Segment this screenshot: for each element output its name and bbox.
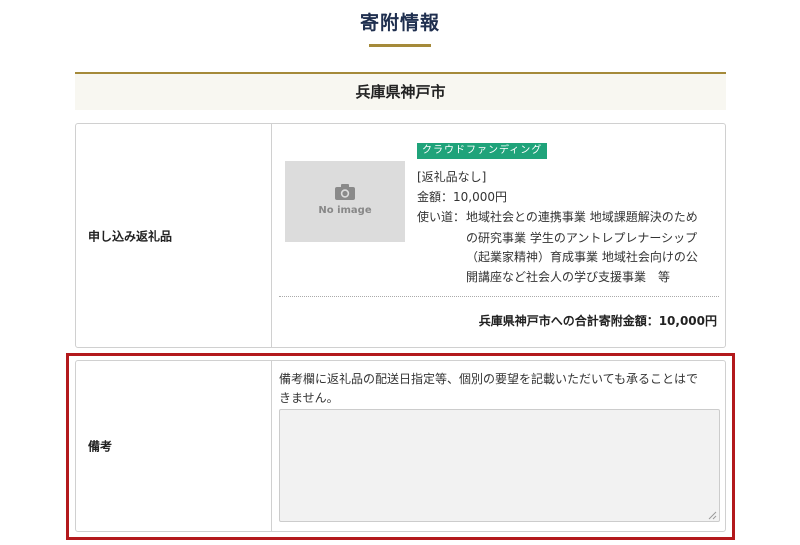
remarks-textarea[interactable] bbox=[279, 409, 720, 522]
usage-line: 開講座など社会人の学び支援事業 等 bbox=[466, 270, 671, 284]
title-underline bbox=[369, 44, 431, 47]
usage-line: （起業家精神）育成事業 地域社会向けの公 bbox=[466, 250, 698, 264]
gift-name: [返礼品なし] bbox=[417, 170, 487, 184]
city-name: 兵庫県神戸市 bbox=[355, 83, 446, 101]
total-donation-amount: 兵庫県神戸市への合計寄附金額：10,000円 bbox=[478, 314, 717, 328]
city-header: 兵庫県神戸市 bbox=[75, 72, 726, 110]
usage-line: 地域社会との連携事業 地域課題解決のため bbox=[466, 210, 698, 224]
remarks-note-line: 備考欄に返礼品の配送日指定等、個別の要望を記載いただいても承ることはで bbox=[279, 372, 699, 386]
gift-image-placeholder: No image bbox=[285, 161, 405, 242]
page-title: 寄附情報 bbox=[359, 12, 440, 34]
remarks-label: 備考 bbox=[88, 439, 113, 454]
dotted-divider bbox=[279, 296, 719, 297]
remarks-label-cell: 備考 bbox=[76, 361, 272, 531]
remarks-table: 備考 備考欄に返礼品の配送日指定等、個別の要望を記載いただいても承ることはで き… bbox=[75, 360, 726, 532]
camera-icon bbox=[335, 184, 355, 200]
crowdfunding-badge: クラウドファンディング bbox=[417, 143, 548, 159]
no-image-text: No image bbox=[318, 205, 372, 216]
resize-grip-icon[interactable] bbox=[708, 511, 717, 520]
gift-table: 申し込み返礼品 No image クラウドファンディング [返礼品なし] 金額：… bbox=[75, 123, 726, 348]
usage-line: の研究事業 学生のアントレプレナーシップ bbox=[466, 231, 698, 245]
gift-label: 申し込み返礼品 bbox=[88, 229, 173, 243]
usage-label: 使い道： bbox=[417, 210, 466, 224]
remarks-note-line: きません。 bbox=[279, 391, 339, 405]
gift-amount: 金額：10,000円 bbox=[417, 190, 507, 204]
gift-label-cell: 申し込み返礼品 bbox=[76, 124, 272, 347]
